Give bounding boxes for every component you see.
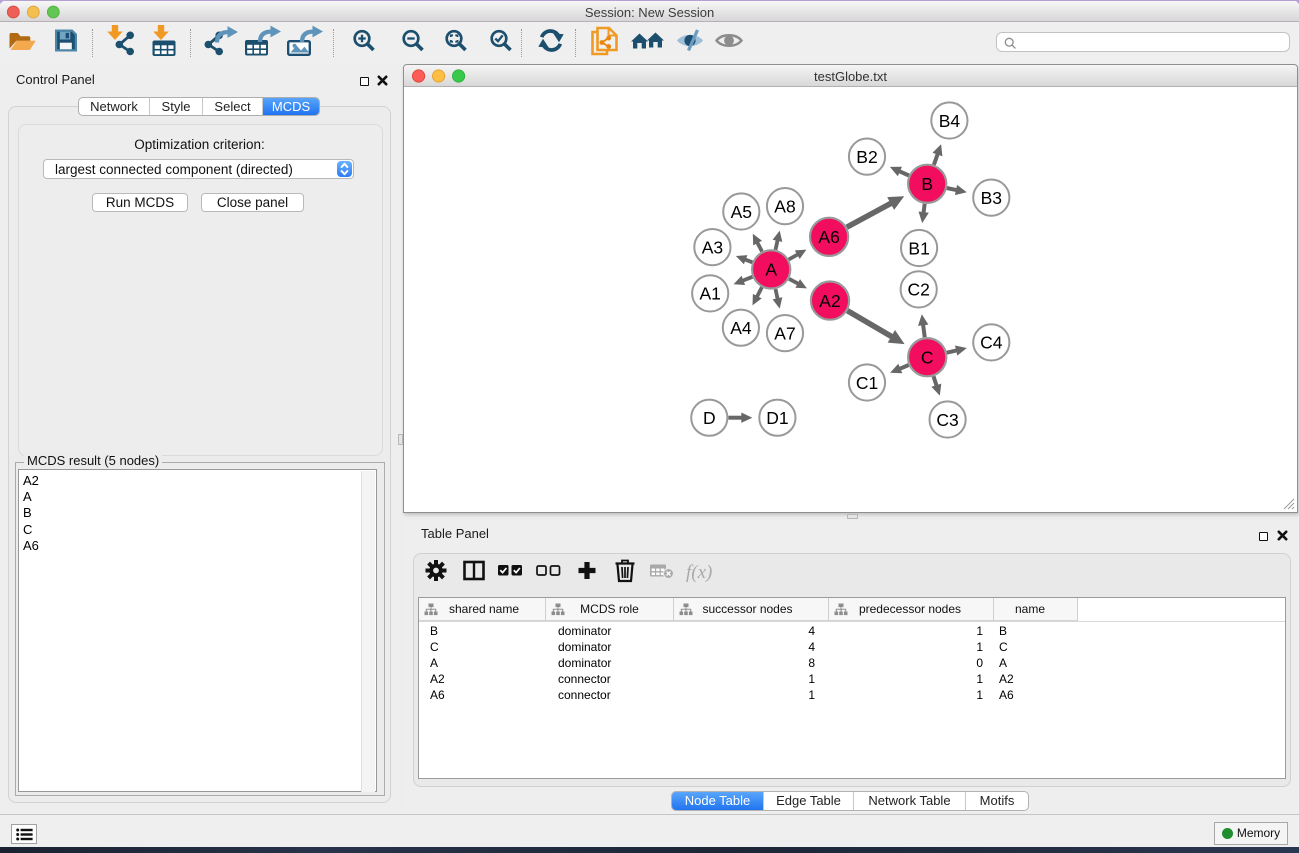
- svg-text:A6: A6: [818, 227, 839, 247]
- svg-text:B4: B4: [939, 111, 961, 131]
- svg-text:D1: D1: [766, 408, 788, 428]
- svg-text:B2: B2: [856, 147, 877, 167]
- svg-text:C1: C1: [856, 373, 878, 393]
- svg-text:C2: C2: [908, 280, 930, 300]
- svg-text:B1: B1: [908, 238, 929, 258]
- svg-text:C4: C4: [980, 333, 1003, 353]
- svg-text:D: D: [703, 408, 716, 428]
- svg-text:A2: A2: [819, 291, 840, 311]
- svg-text:A4: A4: [730, 318, 752, 338]
- svg-text:A1: A1: [699, 284, 720, 304]
- svg-text:A3: A3: [702, 237, 723, 257]
- svg-text:C: C: [921, 348, 934, 368]
- svg-text:A8: A8: [774, 196, 795, 216]
- svg-text:A: A: [765, 260, 777, 280]
- svg-text:B: B: [921, 174, 933, 194]
- svg-text:A7: A7: [774, 323, 795, 343]
- svg-text:C3: C3: [936, 410, 958, 430]
- svg-text:A5: A5: [731, 202, 752, 222]
- svg-text:B3: B3: [981, 188, 1002, 208]
